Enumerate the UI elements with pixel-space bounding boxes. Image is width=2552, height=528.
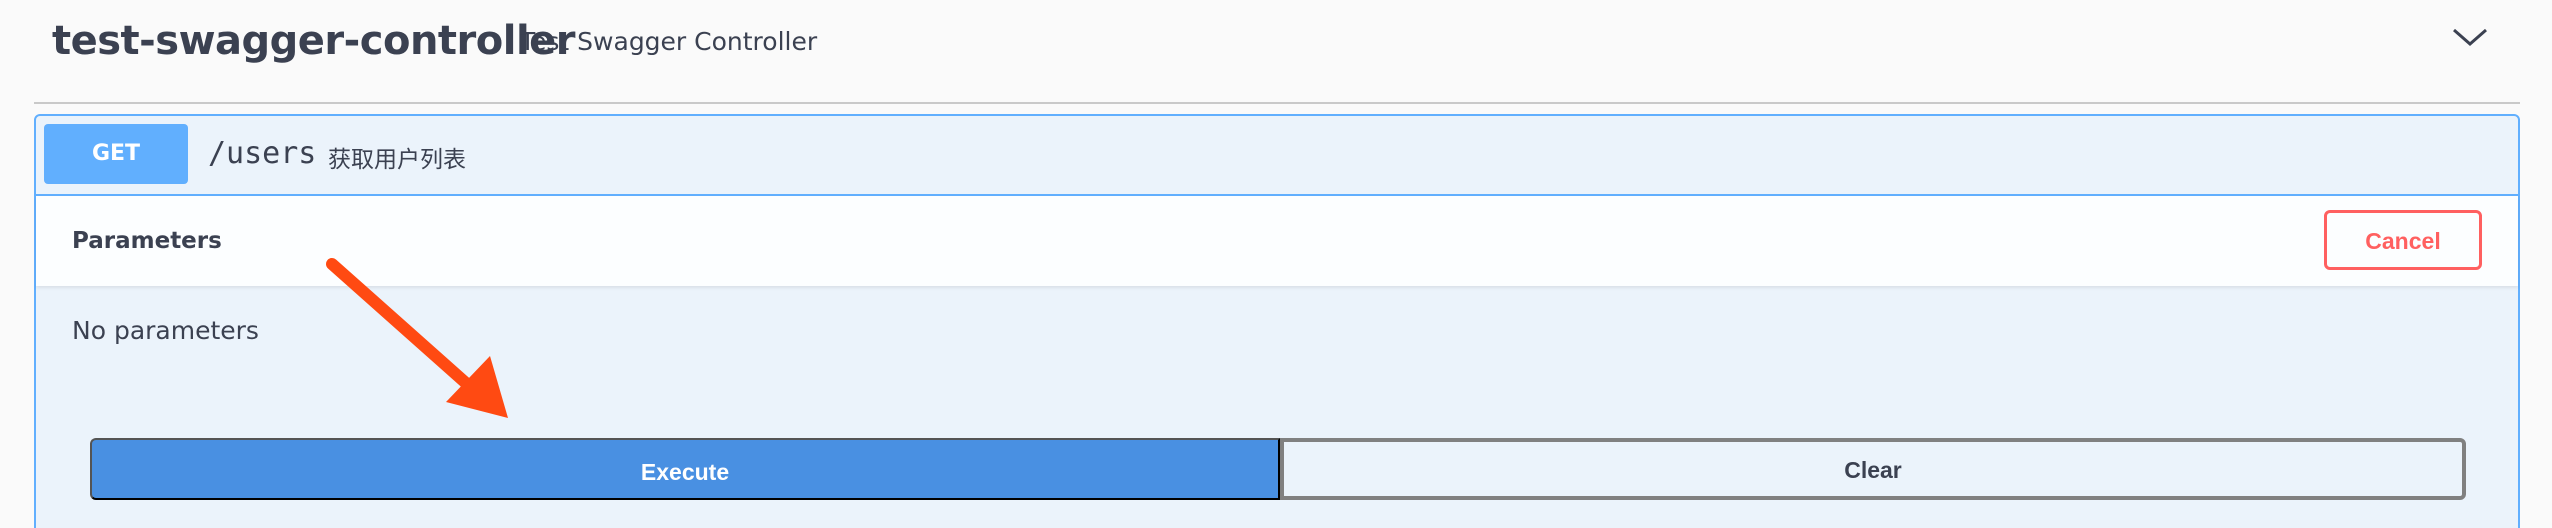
no-parameters-text: No parameters bbox=[72, 316, 259, 345]
operation-path: /users bbox=[208, 136, 317, 171]
operation-block: GET /users 获取用户列表 Parameters Cancel No p… bbox=[34, 114, 2520, 528]
parameters-title: Parameters bbox=[72, 228, 222, 254]
swagger-page: test-swagger-controller Test Swagger Con… bbox=[0, 0, 2552, 528]
section-description: Test Swagger Controller bbox=[520, 27, 818, 56]
section-title[interactable]: test-swagger-controller bbox=[52, 18, 576, 64]
chevron-down-icon[interactable] bbox=[2450, 22, 2490, 52]
cancel-button[interactable]: Cancel bbox=[2324, 210, 2482, 270]
section-header[interactable]: test-swagger-controller Test Swagger Con… bbox=[34, 0, 2520, 104]
method-badge: GET bbox=[44, 124, 188, 184]
clear-button[interactable]: Clear bbox=[1280, 438, 2466, 500]
operation-summary-text: 获取用户列表 bbox=[328, 147, 466, 173]
execute-wrapper: Execute Clear bbox=[90, 438, 2466, 500]
operation-summary[interactable]: GET /users 获取用户列表 bbox=[36, 116, 2518, 196]
parameters-header: Parameters Cancel bbox=[36, 196, 2518, 286]
execute-button[interactable]: Execute bbox=[90, 438, 1280, 500]
